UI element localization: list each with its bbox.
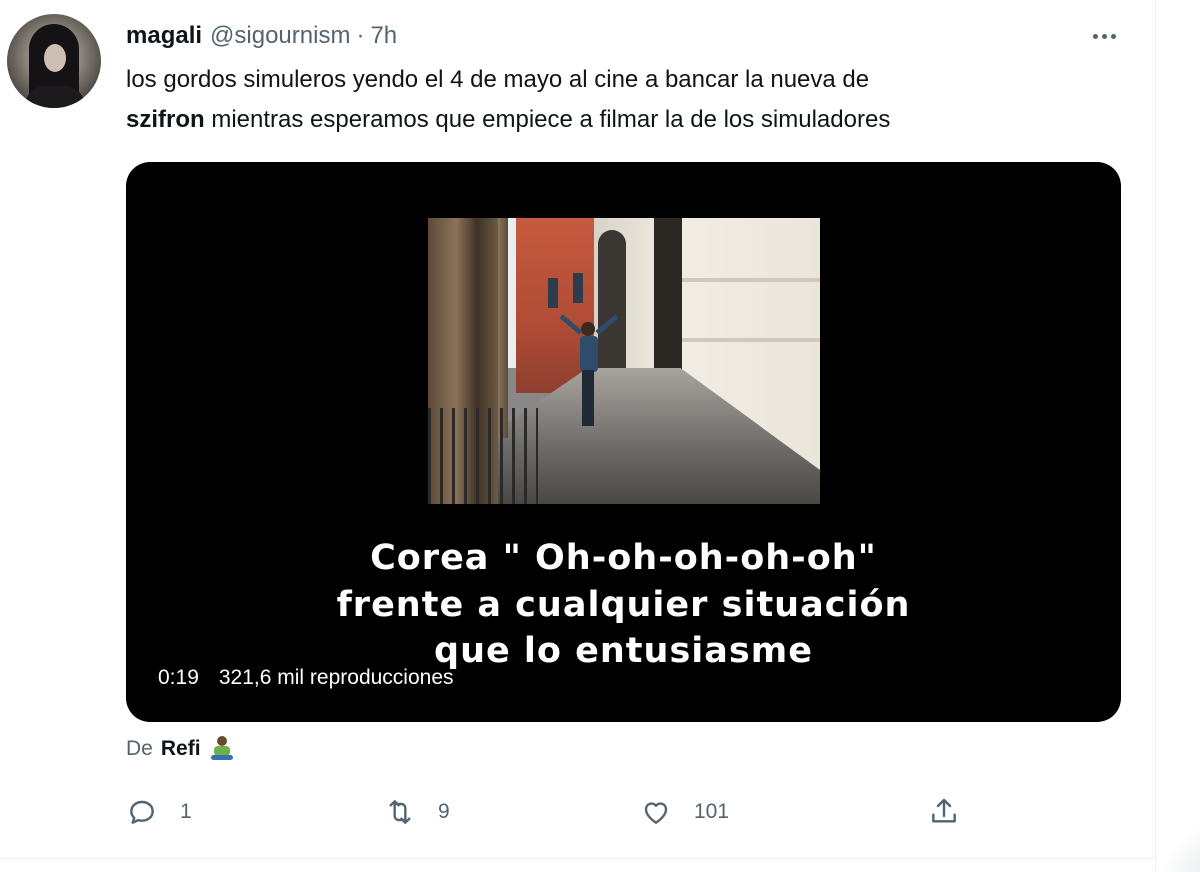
source-name[interactable]: Refi xyxy=(161,737,201,761)
video-source: De Refi xyxy=(126,734,233,764)
tweet-page: magali @sigournism · 7h los gordos simul… xyxy=(0,0,1200,872)
tweet-text-line2: mientras esperamos que empiece a filmar … xyxy=(204,106,891,133)
display-name[interactable]: magali xyxy=(126,22,202,50)
video-person-legs xyxy=(582,370,594,426)
header-separator: · xyxy=(356,22,365,49)
tweet-divider xyxy=(0,858,1155,859)
video-person-body xyxy=(580,336,598,372)
reply-button[interactable]: 1 xyxy=(126,794,192,830)
avatar-shirt xyxy=(25,86,85,108)
video-frame xyxy=(428,218,820,504)
retweet-arrows-icon xyxy=(389,800,411,824)
emoji-head xyxy=(216,736,227,746)
more-horizontal-icon xyxy=(1092,33,1098,39)
heart-icon xyxy=(644,802,668,824)
tweet-text: los gordos simuleros yendo el 4 de mayo … xyxy=(126,60,1126,140)
more-options-button[interactable] xyxy=(1084,24,1124,48)
mention-szifron: szifron xyxy=(126,106,205,133)
video-building-band xyxy=(682,278,820,282)
video-building-band xyxy=(682,338,820,342)
emoji-legs xyxy=(210,755,233,760)
retweet-count: 9 xyxy=(438,800,450,823)
tweet-timestamp[interactable]: 7h xyxy=(370,22,397,50)
video-duration: 0:19 xyxy=(158,666,199,689)
video-subtitle-line: Corea " Oh-oh-oh-oh-oh" xyxy=(370,538,877,578)
like-count: 101 xyxy=(694,800,730,823)
avatar[interactable] xyxy=(7,14,101,108)
reply-count: 1 xyxy=(180,800,192,823)
video-player[interactable]: Corea " Oh-oh-oh-oh-oh" frente a cualqui… xyxy=(126,162,1121,722)
video-subtitle-line: frente a cualquier situación xyxy=(336,585,911,625)
share-upload-icon xyxy=(932,798,956,823)
user-handle[interactable]: @sigournism xyxy=(210,22,350,50)
more-horizontal-icon-dot xyxy=(1101,33,1107,39)
corner-shadow xyxy=(1160,820,1200,872)
video-window xyxy=(573,273,583,303)
share-button[interactable] xyxy=(928,794,960,830)
tweet-header: magali @sigournism · 7h xyxy=(126,22,397,50)
person-in-lotus-position-emoji xyxy=(210,736,233,762)
video-fence xyxy=(428,408,538,504)
video-meta: 0:19 321,6 mil reproducciones xyxy=(158,666,454,690)
more-horizontal-icon-dot xyxy=(1110,33,1116,39)
like-button[interactable]: 101 xyxy=(640,794,729,830)
video-view-count: 321,6 mil reproducciones xyxy=(218,666,454,689)
avatar-face xyxy=(44,44,66,72)
tweet-text-line1: los gordos simuleros yendo el 4 de mayo … xyxy=(126,66,870,93)
source-prefix: De xyxy=(126,737,153,760)
video-person-head xyxy=(581,322,595,336)
video-window xyxy=(548,278,558,308)
right-gutter xyxy=(1156,0,1200,872)
retweet-button[interactable]: 9 xyxy=(384,794,450,830)
reply-bubble-icon xyxy=(130,800,154,824)
